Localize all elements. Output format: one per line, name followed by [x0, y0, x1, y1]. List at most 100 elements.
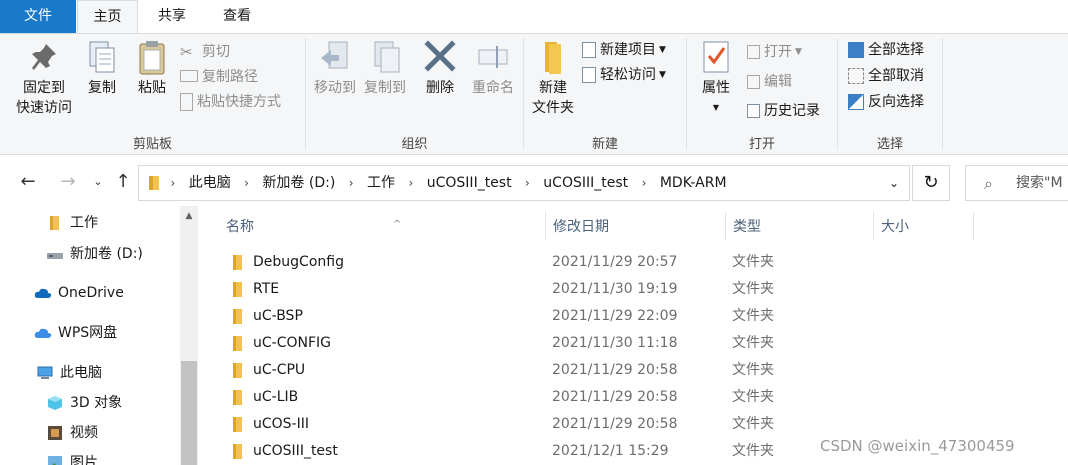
column-divider[interactable]	[973, 212, 974, 240]
file-date: 2021/11/30 11:18	[552, 335, 678, 351]
scrollbar-thumb[interactable]	[181, 361, 197, 465]
nav-item-videos[interactable]: 视频	[46, 419, 98, 447]
delete-label: 删除	[426, 80, 454, 96]
watermark: CSDN @weixin_47300459	[820, 437, 1015, 455]
table-row[interactable]: uC-LIB 2021/11/29 20:58 文件夹	[200, 384, 960, 411]
copy-path-button[interactable]: 复制路径	[180, 66, 258, 88]
copy-icon	[89, 41, 115, 73]
move-to-label: 移动到	[314, 80, 356, 96]
nav-item-this-pc[interactable]: 此电脑	[36, 359, 102, 387]
file-type: 文件夹	[732, 254, 774, 270]
move-to-button[interactable]: 移动到	[310, 38, 360, 98]
properties-button[interactable]: 属性 ▼	[693, 38, 739, 118]
chevron-right-icon[interactable]: ›	[346, 166, 357, 200]
breadcrumb-item[interactable]: 工作	[361, 166, 401, 200]
file-type: 文件夹	[732, 362, 774, 378]
file-date: 2021/11/29 20:58	[552, 389, 678, 405]
nav-item-onedrive[interactable]: OneDrive	[34, 279, 124, 307]
new-item-label: 新建项目	[600, 42, 656, 58]
copy-button[interactable]: 复制	[80, 38, 124, 98]
easy-access-label: 轻松访问	[600, 67, 656, 83]
copy-to-button[interactable]: 复制到	[360, 38, 410, 98]
chevron-right-icon[interactable]: ›	[405, 166, 416, 200]
select-none-button[interactable]: 全部取消	[848, 65, 924, 87]
breadcrumb-item[interactable]: 此电脑	[183, 166, 237, 200]
new-group: 新建 文件夹 新建项目 ▼ 轻松访问 ▼ 新建	[524, 34, 686, 155]
pin-quick-access-button[interactable]: 固定到 快速访问	[12, 38, 76, 118]
paste-button[interactable]: 粘贴	[130, 38, 174, 98]
chevron-right-icon[interactable]: ›	[522, 166, 533, 200]
pin-label-line2: 快速访问	[16, 100, 72, 116]
column-header-size[interactable]: 大小	[873, 210, 973, 244]
select-all-button[interactable]: 全部选择	[848, 39, 924, 61]
edit-button[interactable]: 编辑	[747, 71, 792, 93]
history-button[interactable]: 历史记录	[747, 100, 820, 122]
table-row[interactable]: RTE 2021/11/30 19:19 文件夹	[200, 276, 960, 303]
tab-share[interactable]: 共享	[140, 0, 204, 33]
file-type: 文件夹	[732, 281, 774, 297]
nav-item-3d-objects[interactable]: 3D 对象	[46, 389, 122, 417]
table-row[interactable]: uCOS-III 2021/11/29 20:58 文件夹	[200, 411, 960, 438]
nav-item-label: 3D 对象	[70, 395, 123, 411]
breadcrumb-item[interactable]: uCOSIII_test	[421, 166, 518, 200]
cloud-icon	[34, 288, 52, 298]
cut-button[interactable]: ✂ 剪切	[180, 41, 230, 63]
column-header-type[interactable]: 类型	[725, 210, 873, 244]
chevron-right-icon[interactable]: ›	[241, 166, 252, 200]
file-date: 2021/11/30 19:19	[552, 281, 678, 297]
table-row[interactable]: uC-CONFIG 2021/11/30 11:18 文件夹	[200, 330, 960, 357]
tab-file[interactable]: 文件	[0, 0, 76, 33]
tab-home[interactable]: 主页	[77, 0, 138, 34]
table-row[interactable]: uC-BSP 2021/11/29 22:09 文件夹	[200, 303, 960, 330]
address-dropdown-chevron-icon[interactable]: ⌄	[889, 166, 899, 200]
tab-view[interactable]: 查看	[206, 0, 268, 33]
rename-button[interactable]: 重命名	[466, 38, 520, 98]
copy-to-icon	[374, 41, 400, 73]
column-header-label: 类型	[733, 219, 761, 235]
forward-arrow-icon[interactable]: →	[56, 170, 80, 194]
clipboard-icon	[139, 41, 165, 75]
file-date: 2021/11/29 22:09	[552, 308, 678, 324]
file-name: uC-CPU	[253, 362, 306, 378]
back-arrow-icon[interactable]: ←	[16, 170, 40, 194]
properties-label: 属性	[702, 80, 730, 96]
nav-item-pictures[interactable]: 图片	[46, 449, 98, 465]
breadcrumb-item[interactable]: 新加卷 (D:)	[256, 166, 341, 200]
table-row[interactable]: uC-CPU 2021/11/29 20:58 文件夹	[200, 357, 960, 384]
paste-shortcut-icon	[180, 93, 193, 111]
delete-button[interactable]: 删除	[420, 38, 460, 98]
table-row[interactable]: DebugConfig 2021/11/29 20:57 文件夹	[200, 249, 960, 276]
scroll-up-arrow-icon[interactable]: ▲	[181, 208, 197, 224]
chevron-right-icon[interactable]: ›	[639, 166, 650, 200]
folder-icon	[233, 363, 242, 378]
folder-icon	[149, 176, 159, 190]
nav-item-label: 新加卷 (D:)	[70, 246, 143, 262]
invert-selection-button[interactable]: 反向选择	[848, 91, 924, 113]
ribbon-tabs: 文件 主页 共享 查看	[0, 0, 1068, 34]
ribbon: 固定到 快速访问 复制 粘贴 ✂ 剪切 复制路径 粘贴快捷方式 剪贴板 移动到 …	[0, 33, 1068, 155]
nav-item-wps-cloud[interactable]: WPS网盘	[34, 319, 117, 347]
recent-locations-chevron-icon[interactable]: ⌄	[86, 170, 110, 194]
breadcrumb-item[interactable]: uCOSIII_test	[537, 166, 634, 200]
open-button[interactable]: 打开 ▼	[747, 41, 802, 63]
search-input[interactable]: ⌕ 搜索"M	[965, 165, 1068, 201]
folder-icon	[233, 336, 242, 351]
nav-item-drive-d[interactable]: 新加卷 (D:)	[46, 240, 143, 268]
refresh-icon[interactable]: ↻	[912, 165, 950, 201]
paste-shortcut-button[interactable]: 粘贴快捷方式	[180, 91, 281, 113]
chevron-right-icon: ›	[170, 176, 176, 190]
file-type: 文件夹	[732, 335, 774, 351]
address-bar[interactable]: › 此电脑 › 新加卷 (D:) › 工作 › uCOSIII_test › u…	[138, 165, 910, 201]
nav-item-work[interactable]: 工作	[46, 209, 98, 237]
column-header-date[interactable]: 修改日期	[545, 210, 725, 244]
edit-label: 编辑	[764, 74, 792, 90]
easy-access-button[interactable]: 轻松访问 ▼	[582, 64, 666, 86]
column-header-name[interactable]: ^ 名称	[218, 210, 545, 244]
breadcrumb-item[interactable]: MDK-ARM	[654, 166, 733, 200]
new-item-button[interactable]: 新建项目 ▼	[582, 39, 666, 61]
scissors-icon: ✂	[180, 43, 193, 61]
up-arrow-icon[interactable]: ↑	[111, 170, 135, 194]
file-list: ^ 名称 修改日期 类型 大小 DebugConfig 2021/11/29 2…	[200, 206, 1068, 465]
organize-group: 移动到 复制到 删除 重命名 组织	[306, 34, 523, 155]
new-folder-button[interactable]: 新建 文件夹	[528, 38, 578, 118]
